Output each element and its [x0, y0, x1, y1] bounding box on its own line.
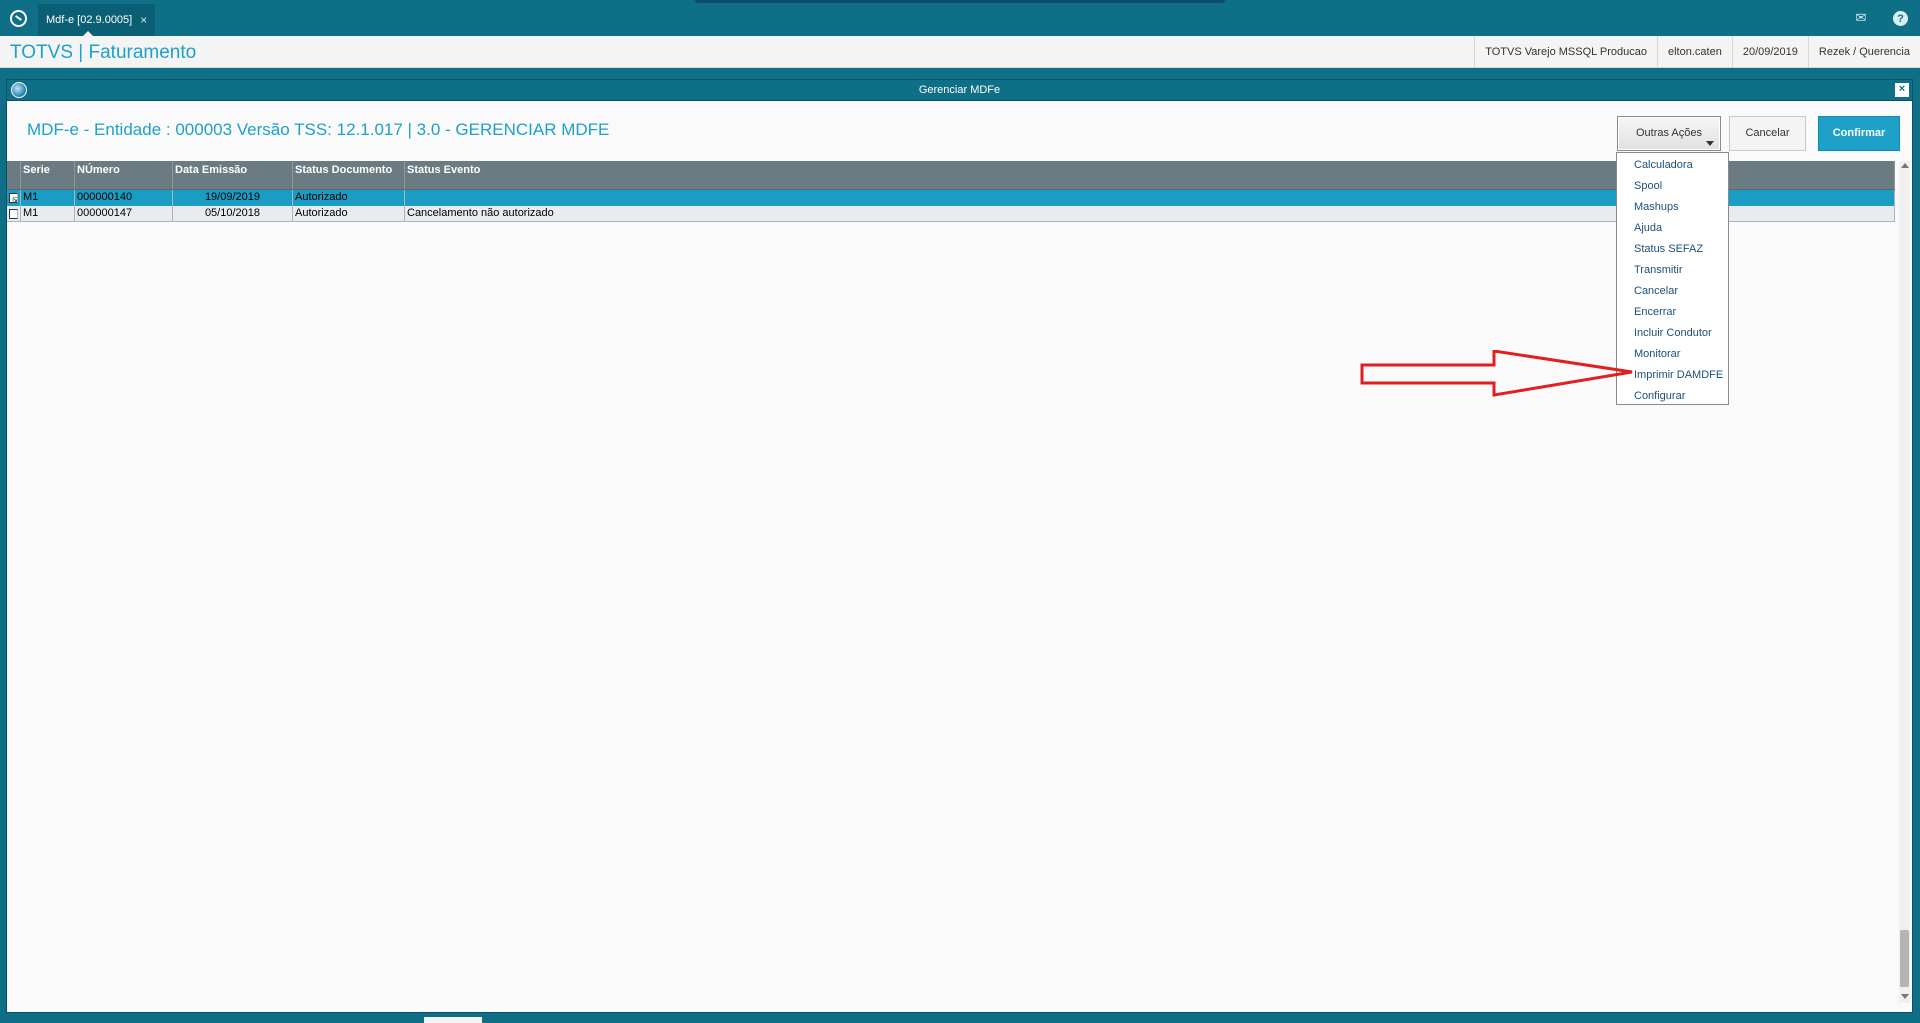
cell-status-documento: Autorizado: [293, 190, 405, 206]
dialog-title: Gerenciar MDFe: [918, 84, 1001, 96]
menu-item-transmitir[interactable]: Transmitir: [1617, 260, 1728, 281]
column-header-select: [7, 161, 21, 189]
menu-item-incluir-condutor[interactable]: Incluir Condutor: [1617, 323, 1728, 344]
column-header-numero[interactable]: NÚmero: [75, 161, 173, 189]
chevron-down-icon: [1706, 141, 1714, 146]
column-header-status-documento[interactable]: Status Documento: [293, 161, 405, 189]
page-title: MDF-e - Entidade : 000003 Versão TSS: 12…: [27, 120, 610, 139]
mdfe-grid: Serie NÚmero Data Emissão Status Documen…: [7, 161, 1895, 222]
scroll-up-icon[interactable]: [1901, 163, 1909, 168]
company-label: Rezek / Querencia: [1807, 36, 1920, 68]
menu-item-status-sefaz[interactable]: Status SEFAZ: [1617, 239, 1728, 260]
confirm-button[interactable]: Confirmar: [1818, 116, 1900, 151]
other-actions-button[interactable]: Outras Ações: [1617, 116, 1721, 151]
other-actions-label: Outras Ações: [1635, 127, 1703, 139]
scroll-down-icon[interactable]: [1901, 994, 1909, 999]
session-info: TOTVS Varejo MSSQL Producao elton.caten …: [1474, 36, 1920, 68]
tab-mdfe[interactable]: Mdf-e [02.9.0005] ×: [38, 4, 156, 37]
app-header: TOTVS | Faturamento TOTVS Varejo MSSQL P…: [0, 36, 1920, 68]
mail-icon[interactable]: ✉: [1853, 10, 1869, 26]
totvs-logo-icon[interactable]: [10, 10, 27, 27]
menu-item-spool[interactable]: Spool: [1617, 176, 1728, 197]
column-header-serie[interactable]: Serie: [21, 161, 75, 189]
grid-header: Serie NÚmero Data Emissão Status Documen…: [7, 161, 1895, 190]
red-arrow-annotation: [1360, 350, 1633, 397]
cell-numero: 000000147: [75, 206, 173, 221]
cancel-button[interactable]: Cancelar: [1729, 116, 1806, 151]
menu-item-mashups[interactable]: Mashups: [1617, 197, 1728, 218]
help-icon[interactable]: ?: [1893, 11, 1908, 26]
user-label: elton.caten: [1657, 36, 1732, 68]
top-bar: Mdf-e [02.9.0005] × ✉ ?: [0, 0, 1920, 37]
app-title: TOTVS | Faturamento: [10, 42, 197, 63]
menu-item-encerrar[interactable]: Encerrar: [1617, 302, 1728, 323]
menu-item-cancelar[interactable]: Cancelar: [1617, 281, 1728, 302]
cell-status-documento: Autorizado: [293, 206, 405, 221]
cell-serie: M1: [21, 206, 75, 221]
cell-data-emissao: 05/10/2018: [173, 206, 293, 221]
menu-item-calculadora[interactable]: Calculadora: [1617, 155, 1728, 176]
row-checkbox-cell[interactable]: [7, 206, 21, 221]
environment-label: TOTVS Varejo MSSQL Producao: [1474, 36, 1657, 68]
row-checkbox[interactable]: ☒: [9, 193, 18, 203]
cell-serie: M1: [21, 190, 75, 206]
row-checkbox[interactable]: [9, 208, 18, 219]
dialog-app-icon: [11, 82, 27, 98]
bottom-tab-stub: [424, 1017, 482, 1023]
menu-item-ajuda[interactable]: Ajuda: [1617, 218, 1728, 239]
cell-data-emissao: 19/09/2019: [173, 190, 293, 206]
top-bar-decoration: [695, 0, 1225, 3]
table-row[interactable]: ☒ M1 000000140 19/09/2019 Autorizado: [7, 190, 1895, 206]
date-label: 20/09/2019: [1731, 36, 1808, 68]
close-icon[interactable]: ×: [1895, 83, 1909, 97]
dialog-titlebar[interactable]: Gerenciar MDFe ×: [7, 80, 1912, 101]
column-header-data-emissao[interactable]: Data Emissão: [173, 161, 293, 189]
vertical-scrollbar[interactable]: [1899, 161, 1910, 1003]
cell-numero: 000000140: [75, 190, 173, 206]
scrollbar-thumb[interactable]: [1900, 930, 1909, 987]
tab-close-icon[interactable]: ×: [140, 4, 147, 36]
table-row[interactable]: M1 000000147 05/10/2018 Autorizado Cance…: [7, 206, 1895, 222]
row-checkbox-cell[interactable]: ☒: [7, 190, 21, 206]
